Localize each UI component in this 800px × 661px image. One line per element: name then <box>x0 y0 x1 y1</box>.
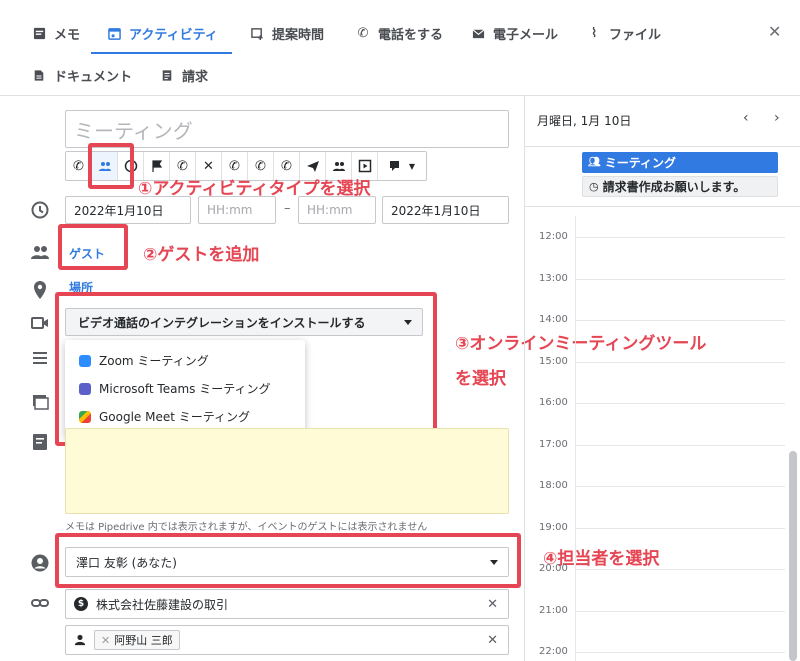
person-icon <box>74 634 86 646</box>
hour-line <box>575 278 785 280</box>
person-chip: ✕ 阿野山 三郎 <box>94 630 180 650</box>
hour-label: 14:00 <box>539 314 568 325</box>
document-icon <box>32 68 46 82</box>
calendar-plus-icon <box>250 26 264 40</box>
remove-person-icon[interactable]: ✕ <box>101 634 110 647</box>
mail-icon <box>471 26 485 40</box>
phone-icon: ✆ <box>357 25 369 41</box>
tab-invoice[interactable]: 請求 <box>160 56 208 94</box>
tab-call[interactable]: ✆ 電話をする <box>356 14 443 52</box>
tab-files[interactable]: ⌇ ファイル <box>587 14 661 52</box>
chevron-right-icon[interactable]: › <box>774 110 780 126</box>
hour-label: 16:00 <box>539 397 568 408</box>
hour-line <box>575 610 785 612</box>
hour-label: 22:00 <box>539 646 568 657</box>
date-separator: – <box>284 201 291 216</box>
hour-line <box>575 361 785 363</box>
link-icon <box>31 599 49 607</box>
start-date-input[interactable]: 2022年1月10日 <box>65 196 191 224</box>
hour-line <box>575 569 785 570</box>
people-icon <box>332 162 345 171</box>
close-icon[interactable]: ✕ <box>768 22 781 41</box>
clock-icon <box>31 201 49 219</box>
tab-proposed-time[interactable]: 提案時間 <box>250 14 324 52</box>
phone-icon: ✆ <box>255 158 266 174</box>
hour-label: 13:00 <box>539 272 568 284</box>
clear-deal-icon[interactable]: ✕ <box>487 597 498 612</box>
end-time-input[interactable]: HH:mm <box>298 196 376 224</box>
note-hint: メモは Pipedrive 内では表示されますが、イベントのゲストには表示されま… <box>65 522 428 533</box>
hour-line <box>575 486 785 487</box>
type-more-button[interactable]: ▼ <box>378 152 426 180</box>
note-icon <box>32 26 46 40</box>
person-field[interactable]: ✕ 阿野山 三郎 ✕ <box>65 625 509 655</box>
hour-label: 12:00 <box>539 231 568 242</box>
annotation-2: ②ゲストを追加 <box>143 245 260 265</box>
annotation-3-line2: を選択 <box>455 369 506 389</box>
location-pin-icon <box>34 281 46 299</box>
annotation-box-owner <box>55 533 521 588</box>
description-icon <box>33 352 47 364</box>
deal-dollar-icon: $ <box>74 597 88 611</box>
chevron-left-icon[interactable]: ‹ <box>743 110 749 126</box>
hour-line <box>575 320 785 321</box>
clear-person-icon[interactable]: ✕ <box>487 633 498 648</box>
annotation-box-guest <box>58 224 128 270</box>
hour-line <box>575 237 785 238</box>
invoice-icon <box>160 68 174 82</box>
flag-icon <box>151 160 162 172</box>
chevron-down-icon: ▼ <box>408 161 416 171</box>
hour-label: 19:00 <box>539 521 568 533</box>
phone-icon: ✆ <box>177 158 188 174</box>
calendar-icon <box>107 26 121 40</box>
note-icon <box>33 434 47 450</box>
clock-icon: ◷ <box>589 180 599 193</box>
paperclip-icon: ⌇ <box>590 25 598 41</box>
user-circle-icon <box>31 554 49 572</box>
start-time-input[interactable]: HH:mm <box>198 196 276 224</box>
hour-label: 15:00 <box>539 355 568 367</box>
hour-label: 20:00 <box>539 563 568 574</box>
chat-icon <box>389 161 399 171</box>
hour-line <box>575 652 785 653</box>
annotation-box-type <box>88 143 134 189</box>
hour-label: 17:00 <box>539 438 568 450</box>
calendar-scrollbar[interactable] <box>789 451 797 661</box>
tab-activity[interactable]: アクティビティ <box>91 14 232 54</box>
video-camera-icon <box>31 317 48 329</box>
phone-icon: ✆ <box>229 158 240 174</box>
people-icon: 👥︎ <box>588 157 601 168</box>
tab-email[interactable]: 電子メール <box>471 14 558 52</box>
tab-documents[interactable]: ドキュメント <box>32 56 132 94</box>
calendar-event-meeting[interactable]: 👥︎ ミーティング <box>582 152 778 173</box>
send-icon <box>306 161 319 172</box>
hour-label: 18:00 <box>539 480 568 491</box>
busy-free-icon <box>33 395 49 410</box>
annotation-box-video <box>55 292 437 446</box>
phone-icon: ✆ <box>281 158 292 174</box>
hour-line <box>575 527 785 529</box>
utensils-icon: ✕ <box>203 158 214 174</box>
note-textarea[interactable] <box>65 428 509 514</box>
calendar-event-task[interactable]: ◷ 請求書作成お願いします。 <box>582 176 778 197</box>
deal-field[interactable]: $ 株式会社佐藤建設の取引 ✕ <box>65 589 509 619</box>
calendar-date-header: 月曜日, 1月 10日 <box>537 114 632 128</box>
people-icon <box>31 246 49 259</box>
tab-notes[interactable]: メモ <box>32 14 80 52</box>
phone-icon: ✆ <box>73 158 84 174</box>
hour-line <box>575 444 785 446</box>
play-square-icon <box>358 159 371 173</box>
hour-line <box>575 403 785 404</box>
calendar-panel: 月曜日, 1月 10日 ‹ › 👥︎ ミーティング ◷ 請求書作成お願いします。 1… <box>524 96 800 661</box>
end-date-input[interactable]: 2022年1月10日 <box>382 196 509 224</box>
tab-bar: メモ アクティビティ 提案時間 ✆ 電話をする 電子メール ⌇ ファイル ✕ ド… <box>0 0 800 96</box>
hour-label: 21:00 <box>539 604 568 616</box>
